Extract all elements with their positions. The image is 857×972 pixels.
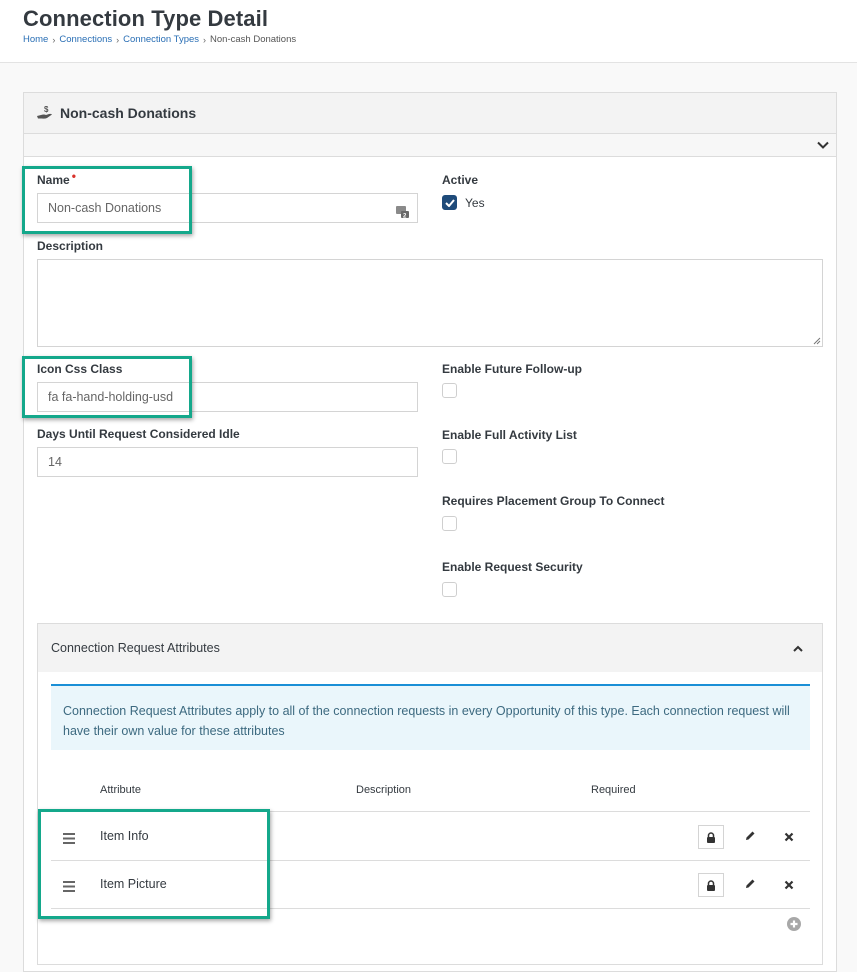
panel-labels-bar [24, 134, 836, 157]
enable-full-activity-list-label: Enable Full Activity List [442, 428, 577, 442]
days-idle-input[interactable]: 14 [37, 447, 418, 477]
add-attribute-button[interactable] [786, 916, 802, 932]
drag-handle-icon[interactable] [63, 831, 75, 844]
close-icon[interactable] [783, 830, 795, 842]
page-header: Connection Type Detail Home › Connection… [0, 0, 857, 63]
attributes-table-header: Attribute Description Required [51, 776, 810, 812]
breadcrumb-current: Non-cash Donations [210, 34, 297, 45]
description-label: Description [37, 239, 104, 253]
days-idle-label: Days Until Request Considered Idle [37, 427, 240, 441]
name-label: Name • [37, 169, 76, 187]
description-textarea[interactable] [37, 259, 823, 347]
breadcrumb-separator-icon: › [52, 34, 56, 45]
active-checkbox[interactable] [442, 195, 457, 210]
panel-heading: $ Non-cash Donations [24, 93, 836, 134]
breadcrumb-home[interactable]: Home [23, 34, 48, 45]
chevron-up-icon[interactable] [792, 642, 804, 654]
pencil-icon[interactable] [743, 877, 757, 891]
breadcrumb-connection-types[interactable]: Connection Types [123, 34, 199, 45]
table-row: Item Info [51, 813, 810, 861]
column-header-description: Description [356, 784, 412, 796]
lock-icon [707, 879, 715, 891]
requires-placement-group-label: Requires Placement Group To Connect [442, 494, 665, 508]
active-option-label: Yes [465, 196, 485, 210]
enable-future-followup-checkbox[interactable] [442, 383, 457, 398]
breadcrumb-connections[interactable]: Connections [59, 34, 112, 45]
resize-grip-icon[interactable] [812, 336, 821, 345]
name-input-value: Non-cash Donations [48, 201, 162, 215]
connection-request-attributes-panel: Connection Request Attributes Connection… [37, 623, 823, 965]
chevron-down-icon[interactable] [816, 138, 830, 152]
enable-full-activity-list-checkbox[interactable] [442, 449, 457, 464]
lock-icon [707, 831, 715, 843]
close-icon[interactable] [783, 878, 795, 890]
required-indicator: • [71, 169, 76, 183]
name-label-text: Name [37, 173, 70, 187]
days-idle-value: 14 [48, 455, 62, 469]
attributes-info-alert: Connection Request Attributes apply to a… [51, 684, 810, 750]
active-label: Active [442, 173, 479, 187]
pencil-icon[interactable] [743, 829, 757, 843]
plus-circle-icon [787, 917, 801, 931]
svg-text:$: $ [44, 105, 49, 114]
page-title: Connection Type Detail [23, 6, 269, 31]
hand-holding-usd-icon: $ [36, 105, 54, 121]
enable-request-security-label: Enable Request Security [442, 560, 583, 574]
breadcrumb-separator-icon: › [116, 34, 120, 45]
breadcrumb-separator-icon: › [203, 34, 207, 45]
panel-title: Non-cash Donations [60, 105, 197, 121]
requires-placement-group-checkbox[interactable] [442, 516, 457, 531]
column-header-attribute: Attribute [100, 784, 141, 796]
name-input[interactable]: Non-cash Donations 2 [37, 193, 418, 223]
attributes-title: Connection Request Attributes [51, 641, 220, 655]
table-row: Item Picture [51, 861, 810, 909]
security-button[interactable] [698, 825, 724, 849]
icon-css-class-value: fa fa-hand-holding-usd [48, 390, 174, 404]
drag-handle-icon[interactable] [63, 879, 75, 892]
attribute-name: Item Info [100, 829, 149, 843]
translate-icon[interactable]: 2 [396, 201, 410, 220]
breadcrumb: Home › Connections › Connection Types › … [23, 34, 296, 45]
security-button[interactable] [698, 873, 724, 897]
column-header-required: Required [591, 784, 636, 796]
icon-css-class-label: Icon Css Class [37, 362, 123, 376]
attributes-heading[interactable]: Connection Request Attributes [38, 624, 822, 672]
icon-css-class-input[interactable]: fa fa-hand-holding-usd [37, 382, 418, 412]
enable-future-followup-label: Enable Future Follow-up [442, 362, 582, 376]
attribute-name: Item Picture [100, 877, 167, 891]
check-icon [444, 198, 455, 207]
enable-request-security-checkbox[interactable] [442, 582, 457, 597]
